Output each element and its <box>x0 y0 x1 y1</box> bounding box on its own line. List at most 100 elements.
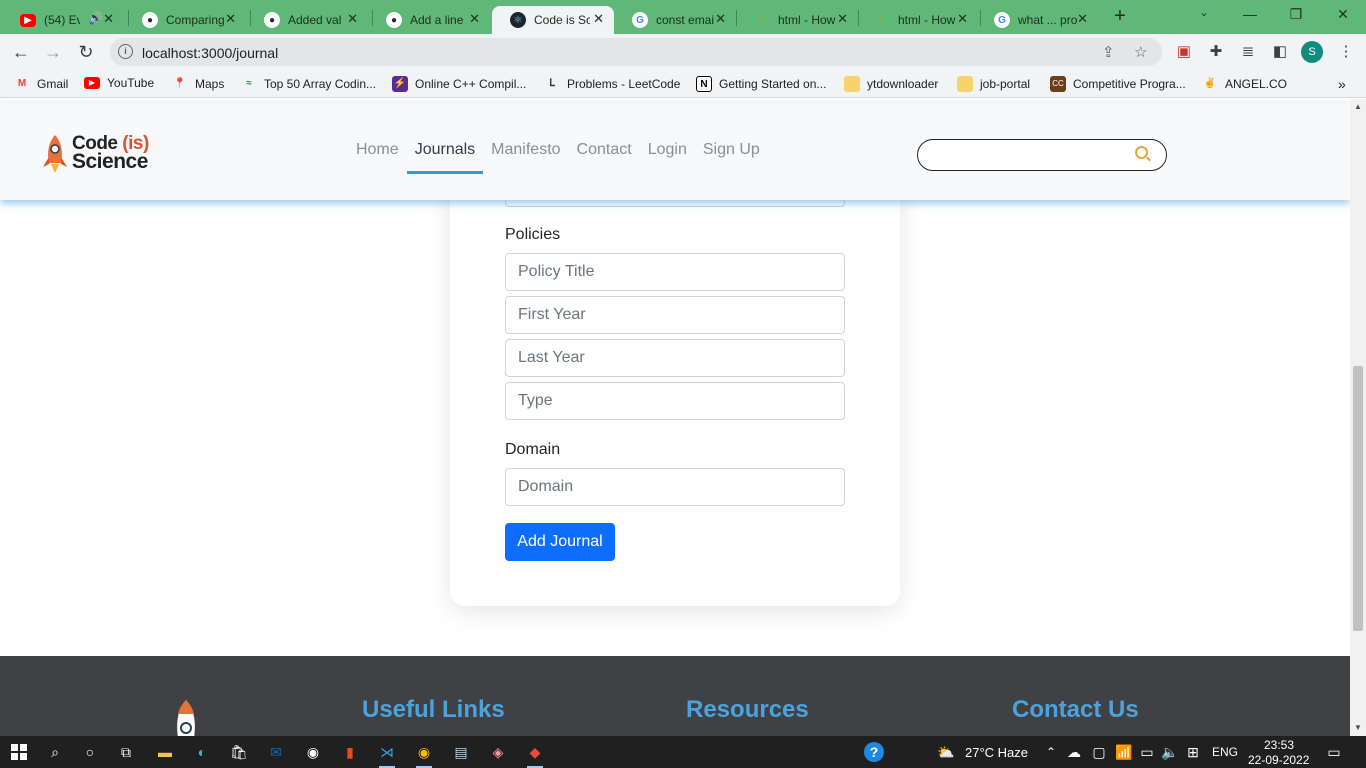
close-icon[interactable]: ✕ <box>837 11 848 27</box>
tab-search-icon[interactable]: ⌄ <box>1194 6 1214 19</box>
browser-tab-7[interactable]: ≡ html - How ✕ <box>856 6 978 34</box>
nav-sign-up[interactable]: Sign Up <box>703 141 760 167</box>
clock-date[interactable]: 22-09-2022 <box>1248 753 1309 767</box>
chrome-icon[interactable]: ◉ <box>414 742 434 768</box>
notifications-icon[interactable]: ▭ <box>1324 742 1344 762</box>
domain-input[interactable] <box>505 468 845 506</box>
share-icon[interactable]: ⇪ <box>1102 43 1115 61</box>
close-icon[interactable]: ✕ <box>225 11 236 27</box>
volume-icon[interactable]: 🔈 <box>1160 742 1180 762</box>
first-year-input[interactable] <box>505 296 845 334</box>
tray-chevron-icon[interactable]: ⌃ <box>1041 742 1061 762</box>
bookmark-gfg[interactable]: ≈ Top 50 Array Codin... <box>241 76 376 92</box>
browser-tab-5[interactable]: G const emai ✕ <box>614 6 736 34</box>
network-icon[interactable]: ⊞ <box>1183 742 1203 762</box>
scroll-up-icon[interactable]: ▲ <box>1354 102 1362 111</box>
puzzle-extensions-icon[interactable]: ✚ <box>1206 42 1226 62</box>
folder-icon <box>844 76 860 92</box>
search-icon[interactable] <box>1135 146 1148 159</box>
close-icon[interactable]: ✕ <box>1077 11 1088 27</box>
new-tab-button[interactable]: + <box>1110 6 1130 26</box>
bookmark-maps[interactable]: 📍 Maps <box>172 76 225 92</box>
clock-time[interactable]: 23:53 <box>1264 738 1294 752</box>
type-input[interactable] <box>505 382 845 420</box>
scroll-down-icon[interactable]: ▼ <box>1354 723 1362 732</box>
weather-text[interactable]: 27°C Haze <box>965 745 1028 760</box>
bookmark-star-icon[interactable]: ☆ <box>1134 43 1147 61</box>
bookmark-ytdownloader[interactable]: ytdownloader <box>844 76 938 92</box>
media-control-icon[interactable]: ≣ <box>1238 42 1258 62</box>
search-icon[interactable]: ⌕ <box>45 742 65 762</box>
address-bar[interactable]: i localhost:3000/journal ⇪ ☆ <box>110 38 1162 66</box>
store-icon[interactable]: 🛍 <box>229 742 249 762</box>
minimize-icon[interactable]: — <box>1240 6 1260 22</box>
bookmark-notion[interactable]: N Getting Started on... <box>696 76 826 92</box>
nav-login[interactable]: Login <box>648 141 687 167</box>
browser-menu-icon[interactable]: ⋮ <box>1336 42 1356 62</box>
windows-taskbar: ⌕ ○ ⧉ ▬ ◐ 🛍 ✉ ◉ ▮ ⋊ ◉ ▤ ◈ ◆ ? ⛅ 27°C Haz… <box>0 736 1366 768</box>
nav-journals[interactable]: Journals <box>406 141 484 174</box>
browser-tab-6[interactable]: ≡ html - How ✕ <box>736 6 858 34</box>
cortana-icon[interactable]: ○ <box>80 742 100 762</box>
onedrive-icon[interactable]: ☁ <box>1064 742 1084 762</box>
browser-tab-1[interactable]: ● Comparing ✕ <box>124 6 246 34</box>
close-icon[interactable]: ✕ <box>103 11 114 27</box>
browser-tab-4[interactable]: ⚛ Code is Sci ✕ <box>492 6 614 34</box>
add-journal-button[interactable]: Add Journal <box>505 523 615 561</box>
battery-icon[interactable]: ▭ <box>1137 742 1157 762</box>
edge-icon[interactable]: ◐ <box>192 742 212 762</box>
bookmark-youtube[interactable]: ▶ YouTube <box>84 76 154 90</box>
weather-icon[interactable]: ⛅ <box>936 742 956 762</box>
bookmark-competitive-programming[interactable]: CC Competitive Progra... <box>1050 76 1186 92</box>
site-search-input[interactable] <box>917 139 1167 171</box>
scrollbar-thumb[interactable] <box>1353 366 1363 631</box>
notepad-icon[interactable]: ▤ <box>451 742 471 762</box>
last-year-input[interactable] <box>505 339 845 377</box>
github-desktop-icon[interactable]: ◉ <box>303 742 323 762</box>
help-icon[interactable]: ? <box>864 742 884 762</box>
browser-tab-3[interactable]: ● Add a line ✕ <box>368 6 490 34</box>
forward-arrow-icon[interactable]: → <box>42 42 64 64</box>
nav-home[interactable]: Home <box>356 141 399 167</box>
app-icon[interactable]: ◈ <box>488 742 508 762</box>
browser-tab-2[interactable]: ● Added val ✕ <box>246 6 368 34</box>
side-panel-icon[interactable]: ◧ <box>1270 42 1290 62</box>
browser-tab-8[interactable]: G what ... pro ✕ <box>976 6 1098 34</box>
office-icon[interactable]: ▮ <box>340 742 360 762</box>
site-info-icon[interactable]: i <box>118 44 133 59</box>
windows-start-icon[interactable] <box>9 742 29 762</box>
bookmark-leetcode[interactable]: ᒪ Problems - LeetCode <box>544 76 680 92</box>
policy-title-input[interactable] <box>505 253 845 291</box>
speaker-icon[interactable]: 🔊 <box>88 11 103 25</box>
bookmark-angel[interactable]: ✌ ANGEL.CO <box>1202 76 1287 92</box>
bookmark-job-portal[interactable]: job-portal <box>957 76 1030 92</box>
language-indicator[interactable]: ENG <box>1212 745 1238 759</box>
git-icon[interactable]: ◆ <box>525 742 545 768</box>
nav-manifesto[interactable]: Manifesto <box>491 141 560 167</box>
mail-icon[interactable]: ✉ <box>266 742 286 762</box>
bookmark-cpp-compiler[interactable]: ⚡ Online C++ Compil... <box>392 76 526 92</box>
close-icon[interactable]: ✕ <box>957 11 968 27</box>
site-logo[interactable]: Code (is) Science <box>40 131 150 175</box>
wifi-icon[interactable]: 📶 <box>1114 742 1134 762</box>
file-explorer-icon[interactable]: ▬ <box>155 742 175 762</box>
restore-icon[interactable]: ❐ <box>1286 6 1306 23</box>
close-icon[interactable]: ✕ <box>593 11 604 27</box>
reload-icon[interactable]: ↻ <box>75 42 97 64</box>
url-text[interactable]: localhost:3000/journal <box>142 45 278 61</box>
close-icon[interactable]: ✕ <box>715 11 726 27</box>
nav-contact[interactable]: Contact <box>577 141 632 167</box>
page-scrollbar[interactable]: ▲ ▼ <box>1350 99 1366 736</box>
vscode-icon[interactable]: ⋊ <box>377 742 397 768</box>
bookmark-gmail[interactable]: M Gmail <box>14 76 69 92</box>
close-icon[interactable]: ✕ <box>469 11 480 27</box>
browser-tab-0[interactable]: ▶ (54) Ev 🔊 ✕ <box>2 6 124 34</box>
extension-icon[interactable]: ▣ <box>1174 42 1194 62</box>
device-icon[interactable]: ▢ <box>1089 742 1109 762</box>
close-icon[interactable]: ✕ <box>347 11 358 27</box>
bookmarks-overflow-icon[interactable]: » <box>1338 76 1346 92</box>
task-view-icon[interactable]: ⧉ <box>116 742 136 762</box>
profile-avatar[interactable]: S <box>1301 41 1323 63</box>
window-close-icon[interactable]: ✕ <box>1333 6 1353 23</box>
back-arrow-icon[interactable]: ← <box>10 42 32 64</box>
